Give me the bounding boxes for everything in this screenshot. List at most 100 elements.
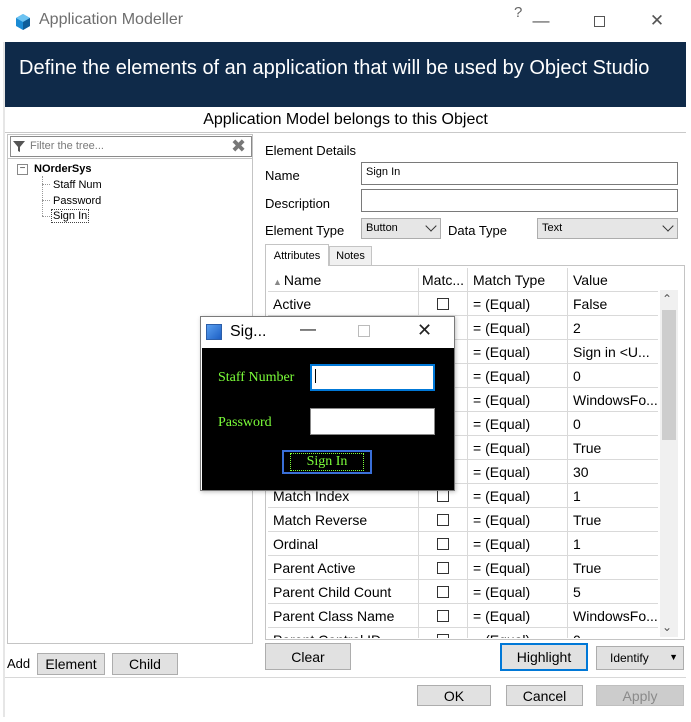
popup-close-icon[interactable]: ✕: [417, 320, 432, 341]
clear-filter-icon[interactable]: ✖: [231, 136, 246, 156]
scrollbar-thumb[interactable]: [662, 310, 676, 440]
name-label: Name: [265, 168, 300, 183]
match-type[interactable]: = (Equal): [473, 412, 568, 436]
match-type[interactable]: = (Equal): [473, 364, 568, 388]
attribute-value[interactable]: 1: [573, 484, 658, 508]
match-type[interactable]: = (Equal): [473, 628, 568, 638]
close-icon: ✕: [649, 11, 665, 30]
password-label: Password: [218, 415, 272, 430]
element-type-value: Button: [366, 222, 398, 234]
filter-icon: [13, 141, 25, 152]
match-checkbox[interactable]: [437, 490, 449, 502]
popup-app-icon: [206, 324, 222, 340]
match-type[interactable]: = (Equal): [473, 460, 568, 484]
attribute-value[interactable]: 30: [573, 460, 658, 484]
tree-node-password[interactable]: Password: [53, 195, 101, 207]
attribute-value[interactable]: WindowsFo...: [573, 388, 658, 412]
grid-row[interactable]: Parent Active = (Equal) True: [268, 556, 658, 580]
cancel-button[interactable]: Cancel: [506, 685, 583, 706]
match-checkbox[interactable]: [437, 586, 449, 598]
password-input[interactable]: [310, 408, 435, 435]
element-type-select[interactable]: Button: [361, 218, 441, 239]
window-border: [3, 42, 5, 717]
belongs-label: Application Model belongs to this Object: [203, 111, 488, 128]
tree-node-sign-in[interactable]: Sign In: [50, 209, 90, 223]
tab-attributes[interactable]: Attributes: [265, 244, 329, 266]
match-checkbox[interactable]: [437, 610, 449, 622]
attribute-value[interactable]: WindowsFo...: [573, 604, 658, 628]
match-type[interactable]: = (Equal): [473, 604, 568, 628]
staff-number-input[interactable]: [310, 364, 435, 391]
tree-root-node[interactable]: NOrderSys: [34, 163, 91, 175]
match-checkbox[interactable]: [437, 562, 449, 574]
scroll-down-icon[interactable]: ⌄: [662, 620, 672, 634]
divider: [5, 677, 686, 678]
grid-row[interactable]: Parent Control ID = (Equal) 0: [268, 628, 658, 638]
window-title: Application Modeller: [39, 11, 184, 28]
minimize-button[interactable]: —: [518, 6, 564, 36]
data-type-select[interactable]: Text: [537, 218, 678, 239]
attribute-value[interactable]: 2: [573, 316, 658, 340]
match-type[interactable]: = (Equal): [473, 532, 568, 556]
match-type[interactable]: = (Equal): [473, 340, 568, 364]
attribute-value[interactable]: 0: [573, 412, 658, 436]
attribute-name: Ordinal: [273, 536, 319, 552]
description-label: Description: [265, 196, 331, 211]
match-type[interactable]: = (Equal): [473, 436, 568, 460]
tab-notes[interactable]: Notes: [329, 246, 372, 266]
tree-node-staff-num[interactable]: Staff Num: [53, 179, 102, 191]
filter-input[interactable]: [30, 138, 225, 154]
staff-number-label: Staff Number: [218, 370, 295, 385]
match-type[interactable]: = (Equal): [473, 556, 568, 580]
column-header-value[interactable]: Value: [573, 268, 658, 292]
attribute-value[interactable]: Sign in <U...: [573, 340, 658, 364]
popup-minimize-icon[interactable]: —: [300, 321, 316, 339]
add-child-button[interactable]: Child: [112, 653, 178, 675]
attribute-value[interactable]: False: [573, 292, 658, 316]
identify-dropdown[interactable]: Identify ▼: [596, 646, 684, 670]
chevron-down-icon: [425, 220, 437, 232]
sign-in-button[interactable]: Sign In: [282, 450, 372, 474]
column-header-name[interactable]: ▲ Name: [273, 268, 413, 292]
highlight-button[interactable]: Highlight: [500, 643, 588, 671]
column-header-match-type[interactable]: Match Type: [473, 268, 568, 292]
collapse-icon[interactable]: −: [17, 164, 28, 175]
match-checkbox[interactable]: [437, 538, 449, 550]
ok-button[interactable]: OK: [417, 685, 491, 706]
column-header-match[interactable]: Matc...: [422, 268, 470, 292]
attribute-value[interactable]: 5: [573, 580, 658, 604]
description-field[interactable]: [361, 189, 678, 212]
match-checkbox[interactable]: [437, 298, 449, 310]
attribute-value[interactable]: True: [573, 556, 658, 580]
clear-button[interactable]: Clear: [265, 643, 351, 670]
add-element-button[interactable]: Element: [37, 653, 105, 675]
scroll-up-icon[interactable]: ⌃: [662, 292, 672, 306]
grid-row[interactable]: Active = (Equal) False: [268, 292, 658, 316]
apply-button[interactable]: Apply: [596, 685, 684, 706]
attribute-value[interactable]: True: [573, 436, 658, 460]
attribute-value[interactable]: 1: [573, 532, 658, 556]
attribute-value[interactable]: True: [573, 508, 658, 532]
match-type[interactable]: = (Equal): [473, 316, 568, 340]
match-type[interactable]: = (Equal): [473, 580, 568, 604]
popup-title: Sig...: [230, 323, 267, 340]
match-type[interactable]: = (Equal): [473, 484, 568, 508]
match-checkbox[interactable]: [437, 514, 449, 526]
header-text: Define the elements of an application th…: [19, 57, 650, 79]
match-checkbox[interactable]: [437, 634, 449, 638]
grid-row[interactable]: Ordinal = (Equal) 1: [268, 532, 658, 556]
match-type[interactable]: = (Equal): [473, 292, 568, 316]
name-field[interactable]: Sign In: [361, 162, 678, 185]
grid-row[interactable]: Parent Child Count = (Equal) 5: [268, 580, 658, 604]
maximize-button[interactable]: [576, 6, 622, 36]
grid-row[interactable]: Parent Class Name = (Equal) WindowsFo...: [268, 604, 658, 628]
attribute-name: Parent Active: [273, 560, 356, 576]
match-type[interactable]: = (Equal): [473, 508, 568, 532]
close-button[interactable]: ✕: [634, 6, 680, 36]
text-caret: [315, 369, 316, 383]
grid-row[interactable]: Match Reverse = (Equal) True: [268, 508, 658, 532]
tree-connector: [42, 200, 50, 201]
attribute-value[interactable]: 0: [573, 364, 658, 388]
match-type[interactable]: = (Equal): [473, 388, 568, 412]
attribute-value[interactable]: 0: [573, 628, 658, 638]
